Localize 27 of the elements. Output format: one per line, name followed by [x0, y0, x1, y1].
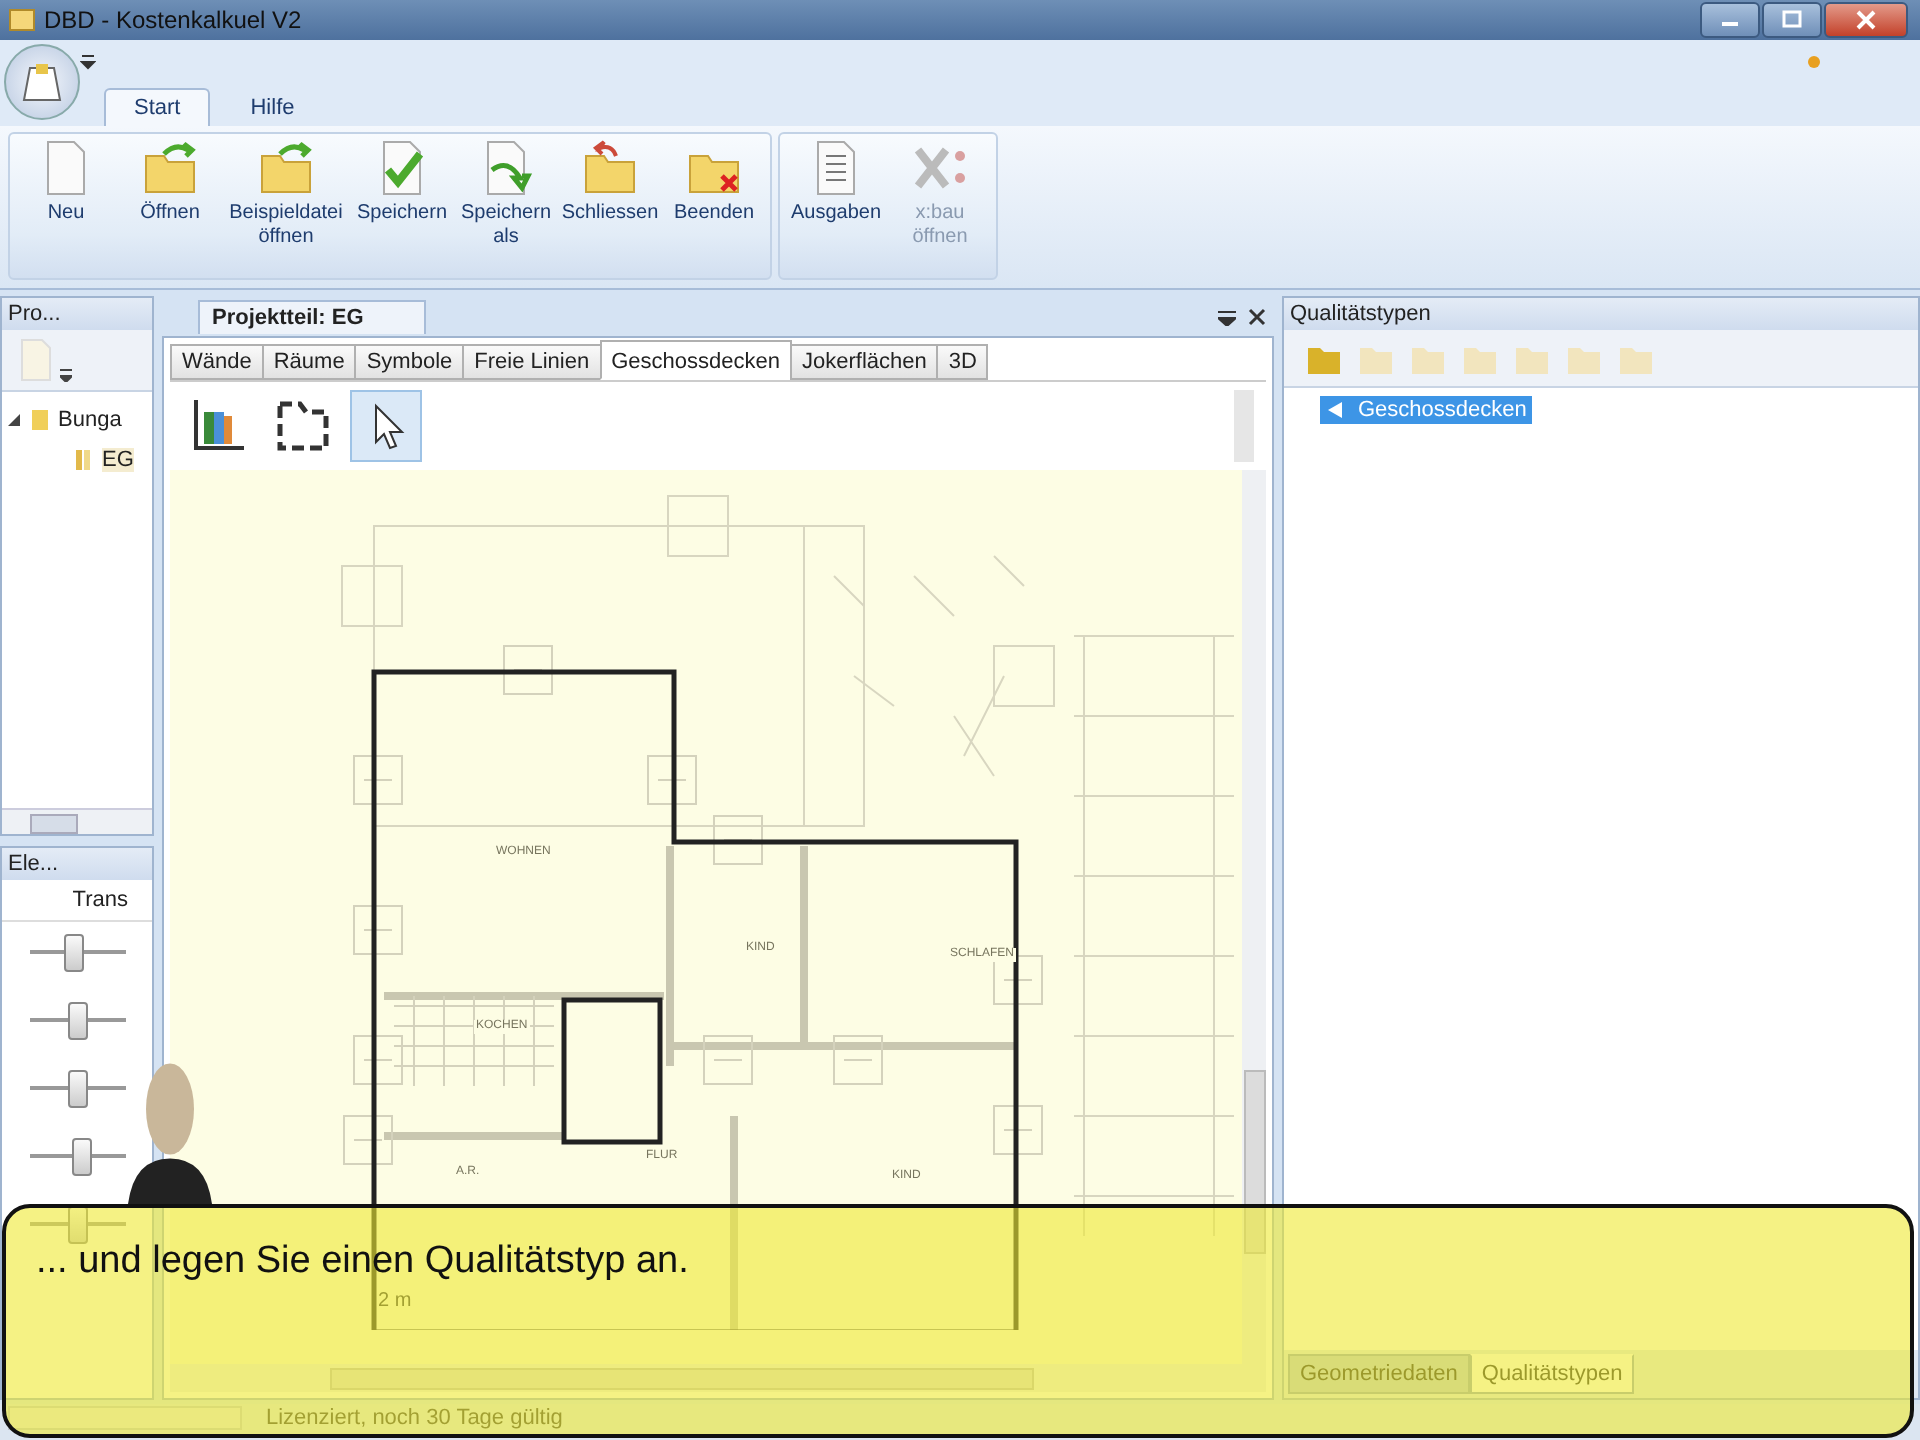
editor-tab[interactable]: Räume	[261, 344, 357, 380]
tree-item[interactable]: Bunga	[58, 408, 122, 432]
panel-title: Qualitätstypen	[1284, 298, 1918, 330]
panel-title: Ele...	[2, 848, 152, 880]
editor-tab[interactable]: Symbole	[354, 344, 465, 380]
ribbon-button[interactable]: Neu	[16, 138, 116, 226]
document-tab[interactable]: Projektteil: EG	[198, 299, 426, 333]
ribbon-tab[interactable]: Start	[104, 88, 211, 126]
window-title: DBD - Kostenkalkuel V2	[44, 6, 302, 34]
scale-label: 2 m	[378, 1290, 412, 1312]
ribbon-button[interactable]: Ausgaben	[786, 138, 886, 226]
ribbon-button[interactable]: Beenden	[664, 138, 764, 226]
ribbon-button[interactable]: Speichern als	[456, 138, 556, 250]
ribbon-tab[interactable]: Hilfe	[222, 90, 323, 126]
ribbon-button[interactable]: Speichern	[352, 138, 452, 226]
status-text: Lizenziert, noch 30 Tage gültig	[266, 1406, 563, 1430]
editor-tab[interactable]: Jokerflächen	[790, 344, 939, 380]
ribbon-button[interactable]: Beispieldatei öffnen	[224, 138, 348, 250]
editor-tab[interactable]: 3D	[936, 344, 989, 380]
ribbon-button[interactable]: Öffnen	[120, 138, 220, 226]
column-header[interactable]: Trans	[72, 888, 128, 912]
panel-title: Pro...	[2, 298, 152, 330]
tree-item[interactable]: EG	[102, 448, 134, 472]
editor-tab[interactable]: Wände	[170, 344, 264, 380]
ribbon-button[interactable]: Schliessen	[560, 138, 660, 226]
editor-tab[interactable]: Freie Linien	[462, 344, 602, 380]
editor-tab[interactable]: Geschossdecken	[599, 340, 792, 380]
